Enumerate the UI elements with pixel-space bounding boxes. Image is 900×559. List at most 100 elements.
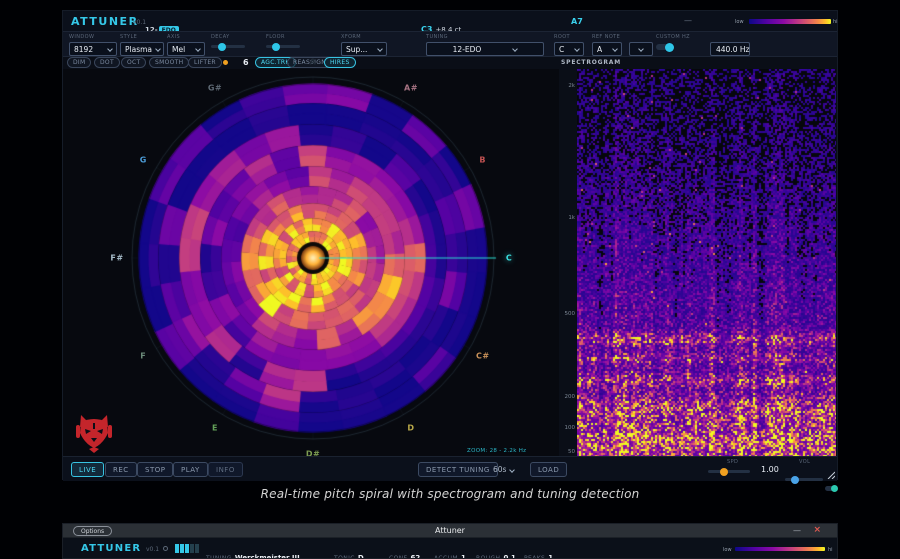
rec-button[interactable]: REC	[105, 462, 137, 477]
chevron-down-icon	[155, 46, 161, 52]
oct-button[interactable]: OCT	[121, 57, 147, 68]
window-label: WINDOW	[69, 34, 95, 40]
colorbar-low-label: low	[735, 19, 744, 25]
play-button[interactable]: PLAY	[173, 462, 208, 477]
decay-label: DECAY	[211, 34, 230, 40]
high-note-readout: A7	[571, 17, 583, 26]
spectrogram-canvas[interactable]	[577, 69, 836, 456]
mini-peaks-value: 1	[548, 554, 554, 559]
status-circle-icon	[163, 546, 168, 551]
info-button[interactable]: INFO	[208, 462, 243, 477]
floor-slider[interactable]	[266, 42, 300, 51]
dim-button[interactable]: DIM	[67, 57, 92, 68]
mini-rough-value: 0.1...	[503, 554, 524, 559]
axis-value: Mel	[172, 44, 186, 54]
note-label-e: E	[212, 423, 218, 433]
mini-field-accum: ACCUM 1...	[434, 545, 474, 559]
xform-label: XFORM	[341, 34, 362, 40]
mini-window-content: ATTUNER v0.1 TUNING Werckmeister III TONI…	[63, 538, 837, 559]
spd-label: SPD	[727, 459, 739, 465]
volume-slider[interactable]	[785, 475, 823, 484]
wolf-logo	[76, 415, 112, 453]
mini-tuning-label: TUNING	[206, 555, 232, 559]
spacer-label	[710, 34, 750, 40]
mini-colorbar-hi-label: hi	[828, 547, 833, 553]
harmonics-indicator-dot	[223, 60, 228, 65]
axis-dropdown[interactable]: Mel	[167, 42, 205, 56]
volume-slider-knob[interactable]	[791, 475, 799, 484]
mini-accum-label: ACCUM	[434, 555, 458, 559]
reference-hz-field[interactable]: 440.0 Hz	[710, 42, 750, 56]
style-value: Plasma	[125, 44, 153, 54]
freq-tick-200: 200	[564, 394, 576, 400]
mini-field-conf: CONF 62...	[389, 545, 428, 559]
speed-slider[interactable]	[708, 467, 750, 476]
lifter-button[interactable]: LIFTER	[188, 57, 222, 68]
smooth-button[interactable]: SMOOTH	[149, 57, 190, 68]
tuning-dropdown[interactable]: 12-EDO	[426, 42, 544, 56]
detect-window-dropdown[interactable]: 60s	[493, 465, 516, 474]
octave-dropdown[interactable]	[629, 42, 653, 56]
note-label-a-sharp: A#	[404, 83, 418, 93]
app-logo: ATTUNER	[71, 15, 139, 28]
stop-button[interactable]: STOP	[137, 462, 174, 477]
note-label-b: B	[479, 155, 487, 165]
style-label: STYLE	[120, 34, 138, 40]
load-button[interactable]: LOAD	[530, 462, 568, 477]
transport-bar: LIVE REC STOP PLAY INFO DETECT TUNING 60…	[63, 456, 838, 492]
live-button[interactable]: LIVE	[71, 462, 105, 477]
resize-handle-icon[interactable]	[826, 470, 835, 479]
mini-colorbar-low-label: low	[723, 547, 732, 553]
ref-note-dropdown[interactable]: A	[592, 42, 622, 56]
mini-rough-label: ROUGH	[476, 555, 501, 559]
chevron-down-icon	[574, 46, 580, 52]
custom-hz-toggle[interactable]	[656, 42, 674, 52]
close-button[interactable]: ×	[813, 525, 821, 535]
window-size-value: 8192	[74, 44, 94, 54]
window-size-dropdown[interactable]: 8192	[69, 42, 117, 56]
note-label-a: A	[309, 57, 317, 67]
note-label-c-sharp: C#	[475, 351, 490, 361]
style-dropdown[interactable]: Plasma	[120, 42, 164, 56]
freq-tick-500: 500	[564, 311, 576, 317]
custom-hz-toggle-knob[interactable]	[665, 42, 674, 52]
dot-button[interactable]: DOT	[94, 57, 120, 68]
pitch-spiral-panel: C B A# A G# G F# F E D# D C# ZOOM: 28 - …	[63, 58, 559, 459]
tuning-value: 12-EDO	[452, 44, 482, 54]
mini-title-bar: Options Attuner — ×	[63, 524, 837, 538]
mini-version-label: v0.1	[146, 546, 160, 553]
colorbar-hi-label: hi	[833, 19, 838, 25]
spectrogram-label: SPECTROGRAM	[561, 59, 621, 66]
mini-app-logo: ATTUNER	[81, 543, 142, 554]
decay-slider[interactable]	[211, 42, 245, 51]
attuner-mini-window: Options Attuner — × ATTUNER v0.1 TUNING W…	[62, 523, 838, 559]
pitch-spiral-canvas[interactable]	[63, 69, 559, 456]
mini-tonic-value: D	[357, 554, 364, 559]
mini-peaks-label: PEAKS	[524, 555, 546, 559]
mini-tuning-value: Werckmeister III	[234, 554, 300, 559]
chevron-down-icon	[377, 46, 383, 52]
mini-field-tonic: TONIC D	[334, 545, 364, 559]
hires-button[interactable]: HIRES	[324, 57, 356, 68]
note-label-g-sharp: G#	[207, 83, 223, 93]
freq-tick-100: 100	[564, 425, 576, 431]
mini-field-peaks: PEAKS 1	[524, 545, 554, 559]
chevron-down-icon	[107, 46, 113, 52]
detect-tuning-button[interactable]: DETECT TUNING	[418, 462, 498, 477]
minimize-button[interactable]: —	[793, 526, 801, 535]
decay-slider-knob[interactable]	[218, 42, 226, 51]
mini-field-rough: ROUGH 0.1...	[476, 545, 524, 559]
speed-slider-knob[interactable]	[720, 467, 728, 476]
mini-intensity-colorbar	[735, 547, 825, 551]
spectrogram-panel: 2k 1k 500 200 100 50	[559, 69, 839, 456]
xform-dropdown[interactable]: Sup...	[341, 42, 387, 56]
chevron-down-icon	[512, 46, 519, 52]
main-toolbar: WINDOW 8192 STYLE Plasma AXIS Mel DECAY …	[63, 31, 837, 57]
tuning-label: TUNING	[426, 34, 448, 40]
note-label-f-sharp: F#	[110, 253, 124, 263]
ref-note-value: A	[597, 44, 603, 54]
minimize-dash[interactable]: —	[684, 16, 692, 25]
floor-slider-knob[interactable]	[272, 42, 280, 51]
root-dropdown[interactable]: C	[554, 42, 584, 56]
mini-conf-label: CONF	[389, 555, 408, 559]
